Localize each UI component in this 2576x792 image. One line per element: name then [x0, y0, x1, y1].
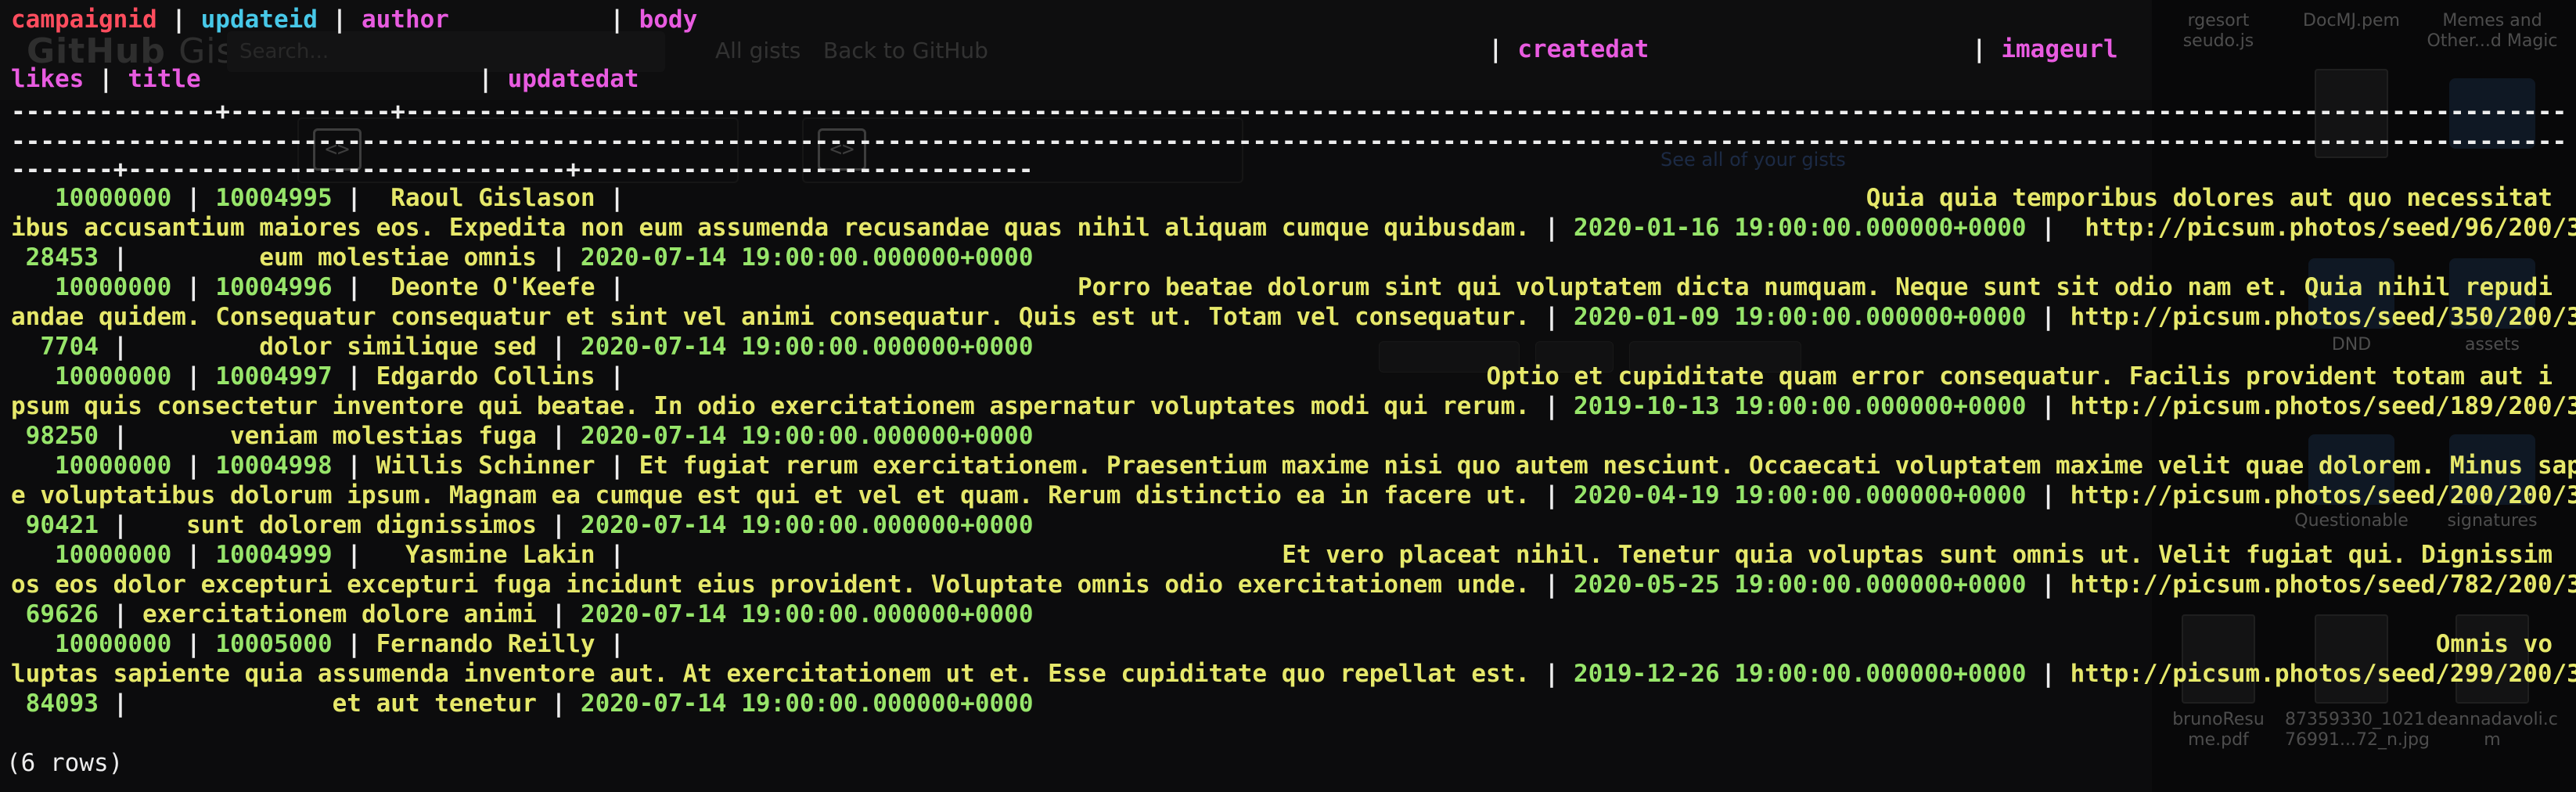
table-row-2-line-1: 10000000 | 10004996 | Deonte O'Keefe | — [55, 273, 624, 301]
table-row-6-line-1: 10000000 | 10005000 | Fernando Reilly | — [55, 630, 624, 658]
header-title: title — [128, 65, 201, 93]
cell-imageurl: http://picsum.photos/seed/200/200/300 — [2070, 481, 2576, 509]
cell-author: Raoul Gislason — [390, 184, 595, 212]
cell-title: veniam molestias fuga — [229, 422, 537, 450]
cell-createdat: 2020-05-25 19:00:00.000000+0000 — [1574, 571, 2027, 599]
cell-updateid: 10004995 — [215, 184, 333, 212]
cell-likes: 7704 — [40, 333, 99, 361]
cell-body-start: Et fugiat rerum exercitationem. Praesent… — [639, 452, 2576, 480]
table-header-line-1: campaignid | updateid | author | body — [11, 5, 698, 34]
table-row-4-line-2: e voluptatibus dolorum ipsum. Magnam ea … — [11, 481, 2576, 510]
cell-campaignid: 10000000 — [55, 541, 172, 569]
cell-imageurl: http://picsum.photos/seed/299/200/300 — [2070, 660, 2576, 688]
cell-likes: 90421 — [25, 511, 99, 539]
cell-updateid: 10004999 — [215, 541, 333, 569]
cell-body-start: Optio et cupiditate quam error consequat… — [1486, 362, 2553, 391]
table-row-6-line-2: luptas sapiente quia assumenda inventore… — [11, 659, 2576, 689]
cell-body-end: andae quidem. Consequatur consequatur et… — [11, 303, 1531, 331]
cell-updatedat: 2020-07-14 19:00:00.000000+0000 — [580, 600, 1034, 628]
cell-body-end: psum quis consectetur inventore qui beat… — [11, 392, 1531, 420]
cell-imageurl: http://picsum.photos/seed/96/200/300 — [2085, 214, 2576, 242]
cell-updatedat: 2020-07-14 19:00:00.000000+0000 — [580, 243, 1034, 272]
cell-likes: 98250 — [25, 422, 99, 450]
cell-likes: 28453 — [25, 243, 99, 272]
table-row-3-line-1: 10000000 | 10004997 | Edgardo Collins | — [55, 362, 624, 391]
cell-createdat: 2020-01-09 19:00:00.000000+0000 — [1574, 303, 2027, 331]
table-header-imageurl-line: | imageurl — [1972, 35, 2118, 63]
header-createdat: createdat — [1517, 35, 1650, 63]
cell-body-start: Quia quia temporibus dolores aut quo nec… — [1865, 184, 2553, 212]
cell-title: et aut tenetur — [332, 689, 537, 718]
table-row-5-line-3: 69626 | exercitationem dolore animi | 20… — [25, 600, 1034, 628]
cell-likes: 69626 — [25, 600, 99, 628]
cell-campaignid: 10000000 — [55, 184, 172, 212]
table-header-createdat-line: | createdat — [1488, 35, 1650, 63]
cell-imageurl: http://picsum.photos/seed/189/200/300 — [2070, 392, 2576, 420]
cell-title: eum molestiae omnis — [259, 243, 537, 272]
table-row-4-line-3: 90421 | sunt dolorem dignissimos | 2020-… — [25, 511, 1034, 539]
table-row-5-line-2: os eos dolor excepturi excepturi fuga in… — [11, 570, 2576, 599]
table-separator-line-1: --------------+-----------+-------------… — [11, 98, 2563, 126]
table-separator-line-2: ----------------------------------------… — [11, 128, 2563, 156]
header-updateid: updateid — [200, 5, 318, 34]
cell-author: Edgardo Collins — [376, 362, 595, 391]
header-campaignid: campaignid — [11, 5, 157, 34]
header-updatedat: updatedat — [507, 65, 639, 93]
cell-author: Yasmine Lakin — [405, 541, 595, 569]
cell-updatedat: 2020-07-14 19:00:00.000000+0000 — [580, 333, 1034, 361]
cell-campaignid: 10000000 — [55, 362, 172, 391]
cell-updatedat: 2020-07-14 19:00:00.000000+0000 — [580, 511, 1034, 539]
table-row-6-line-3: 84093 | et aut tenetur | 2020-07-14 19:0… — [25, 689, 1034, 718]
cell-author: Fernando Reilly — [376, 630, 595, 658]
table-row-1-line-1: 10000000 | 10004995 | Raoul Gislason | — [55, 184, 624, 212]
header-likes: likes — [11, 65, 85, 93]
table-row-3-line-3: 98250 | veniam molestias fuga | 2020-07-… — [25, 422, 1034, 450]
table-row-2-line-2: andae quidem. Consequatur consequatur et… — [11, 302, 2576, 332]
table-row-3-line-2: psum quis consectetur inventore qui beat… — [11, 391, 2576, 421]
cell-updateid: 10004998 — [215, 452, 333, 480]
table-row-2-line-3: 7704 | dolor similique sed | 2020-07-14 … — [40, 333, 1034, 361]
cell-title: exercitationem dolore animi — [142, 600, 537, 628]
row-count-footer: (6 rows) — [6, 749, 124, 777]
cell-imageurl: http://picsum.photos/seed/782/200/300 — [2070, 571, 2576, 599]
cell-body-start: Et vero placeat nihil. Tenetur quia volu… — [1282, 541, 2553, 569]
cell-body-end: ibus accusantium maiores eos. Expedita n… — [11, 214, 1531, 242]
header-author: author — [361, 5, 449, 34]
cell-likes: 84093 — [25, 689, 99, 718]
table-separator-line-3: -------+------------------------------+-… — [11, 156, 1034, 184]
cell-createdat: 2019-12-26 19:00:00.000000+0000 — [1574, 660, 2027, 688]
cell-updateid: 10004996 — [215, 273, 333, 301]
cell-body-end: os eos dolor excepturi excepturi fuga in… — [11, 571, 1531, 599]
terminal-output[interactable]: campaignid | updateid | author | body | … — [0, 0, 2576, 792]
cell-createdat: 2019-10-13 19:00:00.000000+0000 — [1574, 392, 2027, 420]
cell-updateid: 10004997 — [215, 362, 333, 391]
cell-updateid: 10005000 — [215, 630, 333, 658]
cell-campaignid: 10000000 — [55, 452, 172, 480]
header-body: body — [639, 5, 698, 34]
table-row-5-line-1: 10000000 | 10004999 | Yasmine Lakin | — [55, 541, 624, 569]
table-row-1-line-3: 28453 | eum molestiae omnis | 2020-07-14… — [25, 243, 1034, 272]
cell-createdat: 2020-01-16 19:00:00.000000+0000 — [1574, 214, 2027, 242]
cell-body-end: e voluptatibus dolorum ipsum. Magnam ea … — [11, 481, 1531, 509]
header-imageurl: imageurl — [2001, 35, 2118, 63]
table-header-line-2: likes | title | updatedat — [11, 65, 639, 93]
table-row-4-line-1: 10000000 | 10004998 | Willis Schinner | … — [11, 451, 2576, 481]
cell-body-start: Omnis vo — [2435, 630, 2553, 658]
cell-updatedat: 2020-07-14 19:00:00.000000+0000 — [580, 689, 1034, 718]
cell-updatedat: 2020-07-14 19:00:00.000000+0000 — [580, 422, 1034, 450]
cell-author: Willis Schinner — [376, 452, 595, 480]
cell-createdat: 2020-04-19 19:00:00.000000+0000 — [1574, 481, 2027, 509]
cell-campaignid: 10000000 — [55, 273, 172, 301]
cell-title: sunt dolorem dignissimos — [185, 511, 537, 539]
table-row-1-line-2: ibus accusantium maiores eos. Expedita n… — [11, 213, 2576, 243]
cell-title: dolor similique sed — [259, 333, 537, 361]
cell-imageurl: http://picsum.photos/seed/350/200/300 — [2070, 303, 2576, 331]
cell-body-start: Porro beatae dolorum sint qui voluptatem… — [1077, 273, 2553, 301]
cell-body-end: luptas sapiente quia assumenda inventore… — [11, 660, 1531, 688]
cell-author: Deonte O'Keefe — [390, 273, 595, 301]
cell-campaignid: 10000000 — [55, 630, 172, 658]
